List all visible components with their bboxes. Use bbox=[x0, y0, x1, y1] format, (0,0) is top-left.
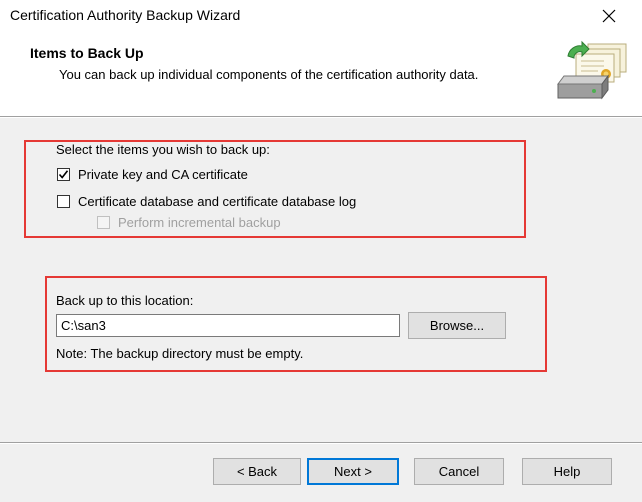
header-divider-highlight bbox=[0, 117, 642, 118]
location-note: Note: The backup directory must be empty… bbox=[56, 346, 304, 361]
page-subtitle: You can back up individual components of… bbox=[59, 67, 479, 82]
page-title: Items to Back Up bbox=[30, 45, 144, 61]
cert-database-checkbox[interactable] bbox=[57, 195, 70, 208]
close-icon bbox=[602, 9, 616, 23]
backup-location-input[interactable] bbox=[56, 314, 400, 337]
close-button[interactable] bbox=[596, 4, 622, 28]
cancel-button[interactable]: Cancel bbox=[414, 458, 504, 485]
items-prompt: Select the items you wish to back up: bbox=[56, 142, 270, 157]
checkmark-icon bbox=[58, 170, 69, 179]
back-button[interactable]: < Back bbox=[213, 458, 301, 485]
next-button[interactable]: Next > bbox=[307, 458, 399, 485]
window-title: Certification Authority Backup Wizard bbox=[10, 7, 241, 23]
private-key-label[interactable]: Private key and CA certificate bbox=[78, 167, 248, 182]
cert-database-label[interactable]: Certificate database and certificate dat… bbox=[78, 194, 356, 209]
backup-wizard-icon bbox=[557, 40, 627, 100]
help-button[interactable]: Help bbox=[522, 458, 612, 485]
incremental-backup-checkbox bbox=[97, 216, 110, 229]
location-label: Back up to this location: bbox=[56, 293, 194, 308]
private-key-checkbox[interactable] bbox=[57, 168, 70, 181]
footer-divider-highlight bbox=[0, 443, 642, 444]
incremental-backup-label: Perform incremental backup bbox=[118, 215, 281, 230]
browse-button[interactable]: Browse... bbox=[408, 312, 506, 339]
